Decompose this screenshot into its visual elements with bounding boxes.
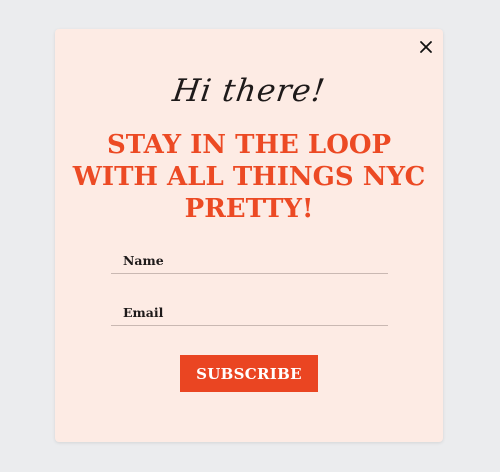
name-field-wrapper [111, 247, 388, 274]
email-field-wrapper [111, 299, 388, 326]
signup-modal: Hi there! STAY IN THE LOOP WITH ALL THIN… [55, 29, 443, 442]
headline: STAY IN THE LOOP WITH ALL THINGS NYC PRE… [72, 130, 426, 224]
name-field[interactable] [111, 247, 388, 273]
email-field[interactable] [111, 299, 388, 325]
subscribe-button[interactable]: SUBSCRIBE [180, 355, 318, 392]
close-button[interactable] [418, 39, 434, 55]
greeting-text: Hi there! [170, 73, 328, 109]
close-icon[interactable] [418, 39, 434, 55]
